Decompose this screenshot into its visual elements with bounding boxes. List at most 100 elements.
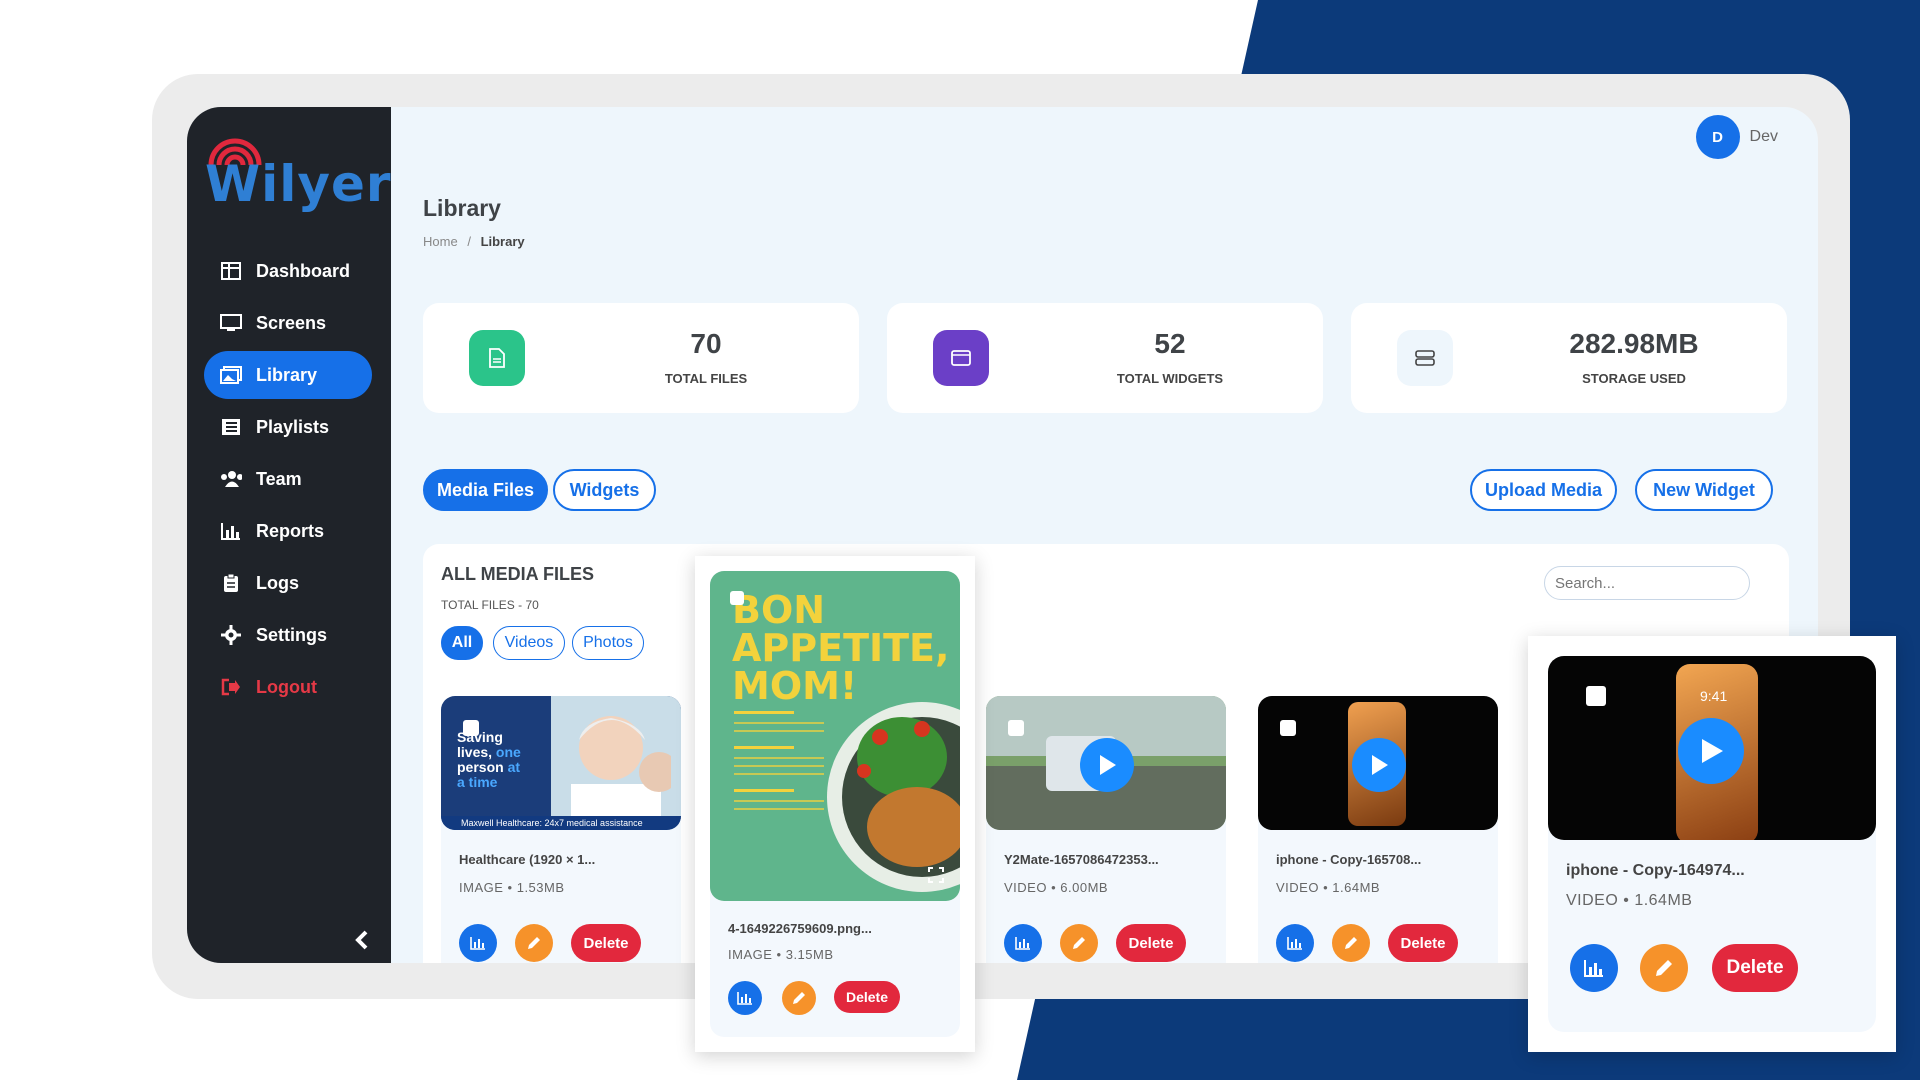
sidebar-item-logs[interactable]: Logs — [204, 559, 372, 607]
select-checkbox[interactable] — [1008, 720, 1024, 736]
delete-button[interactable]: Delete — [571, 924, 641, 962]
sidebar-item-label: Library — [256, 364, 318, 385]
media-card: BON APPETITE, MOM! 4-1649226759609.png..… — [710, 571, 960, 1037]
stats-button[interactable] — [1276, 924, 1314, 962]
file-name: Y2Mate-1657086472353... — [1004, 852, 1159, 867]
delete-button[interactable]: Delete — [1388, 924, 1458, 962]
stat-card-storage-used: 282.98MB STORAGE USED — [1351, 303, 1787, 413]
stat-card-total-widgets: 52 TOTAL WIDGETS — [887, 303, 1323, 413]
stat-value: 282.98MB — [1569, 328, 1699, 359]
select-checkbox[interactable] — [1280, 720, 1296, 736]
edit-button[interactable] — [515, 924, 553, 962]
fullscreen-icon[interactable] — [928, 867, 944, 883]
sidebar-item-library[interactable]: Library — [204, 351, 372, 399]
stats-button[interactable] — [1570, 944, 1618, 992]
stat-card-total-files: 70 TOTAL FILES — [423, 303, 859, 413]
thumbnail[interactable] — [986, 696, 1226, 830]
pencil-icon — [1345, 937, 1357, 949]
pencil-icon — [793, 992, 805, 1004]
user-menu[interactable]: D Dev — [1695, 115, 1778, 159]
delete-button[interactable]: Delete — [1712, 944, 1798, 992]
file-name: iphone - Copy-164974... — [1566, 862, 1745, 879]
stat-label: TOTAL WIDGETS — [1116, 371, 1224, 386]
thumbnail-text: Saving lives, one person at a time — [457, 729, 521, 790]
delete-button[interactable]: Delete — [834, 981, 900, 1013]
stat-label: TOTAL FILES — [664, 371, 748, 386]
file-meta: VIDEO • 1.64MB — [1276, 880, 1381, 895]
filter-all[interactable]: All — [441, 626, 483, 660]
images-icon — [220, 364, 242, 386]
sidebar-item-settings[interactable]: Settings — [204, 611, 372, 659]
tab-media-files[interactable]: Media Files — [423, 469, 548, 511]
thumbnail[interactable]: 9:41 — [1548, 656, 1876, 840]
sidebar-nav: Dashboard Screens Library Playlists Team… — [204, 247, 372, 715]
bar-chart-icon — [220, 520, 242, 542]
thumbnail[interactable]: Saving lives, one person at a time Maxwe… — [441, 696, 681, 830]
select-checkbox[interactable] — [730, 591, 744, 605]
breadcrumb: Home / Library — [423, 234, 525, 249]
pencil-icon — [1656, 960, 1672, 976]
breadcrumb-home[interactable]: Home — [423, 234, 458, 249]
sidebar-item-logout[interactable]: Logout — [204, 663, 372, 711]
stat-value: 52 — [1154, 328, 1186, 359]
pencil-icon — [528, 937, 540, 949]
brand-name: Wilyer — [205, 155, 392, 213]
file-name: 4-1649226759609.png... — [728, 921, 872, 936]
media-card-popup: 9:41 iphone - Copy-164974... VIDEO • 1.6… — [1528, 636, 1896, 1052]
sidebar-item-reports[interactable]: Reports — [204, 507, 372, 555]
media-card-popup: BON APPETITE, MOM! 4-1649226759609.png..… — [695, 556, 975, 1052]
stats-button[interactable] — [459, 924, 497, 962]
sidebar-item-label: Settings — [256, 624, 328, 645]
filter-videos[interactable]: Videos — [493, 626, 565, 660]
list-icon — [220, 416, 242, 438]
file-name: Healthcare (1920 × 1... — [459, 852, 596, 867]
thumbnail[interactable]: BON APPETITE, MOM! — [710, 571, 960, 901]
edit-button[interactable] — [1332, 924, 1370, 962]
select-checkbox[interactable] — [463, 720, 479, 736]
sidebar-item-screens[interactable]: Screens — [204, 299, 372, 347]
sidebar-item-team[interactable]: Team — [204, 455, 372, 503]
thumbnail-caption: Maxwell Healthcare: 24x7 medical assista… — [441, 816, 681, 830]
search-input[interactable] — [1544, 566, 1750, 600]
sidebar: Wilyer Dashboard Screens Library Playlis… — [187, 107, 391, 963]
select-checkbox[interactable] — [1586, 686, 1606, 706]
sidebar-item-label: Playlists — [256, 416, 330, 437]
sidebar-item-label: Logout — [256, 676, 317, 697]
edit-button[interactable] — [782, 981, 816, 1015]
edit-button[interactable] — [1640, 944, 1688, 992]
sidebar-item-label: Logs — [256, 572, 299, 593]
monitor-icon — [220, 312, 242, 334]
logout-icon — [220, 676, 242, 698]
delete-button[interactable]: Delete — [1116, 924, 1186, 962]
file-meta: VIDEO • 6.00MB — [1004, 880, 1109, 895]
file-meta: IMAGE • 3.15MB — [728, 947, 834, 962]
thumbnail[interactable] — [1258, 696, 1498, 830]
play-icon[interactable] — [1080, 738, 1134, 792]
gear-icon — [220, 624, 242, 646]
file-name: iphone - Copy-165708... — [1276, 852, 1422, 867]
files-count: TOTAL FILES - 70 — [441, 598, 539, 612]
poster-menu-lines — [734, 711, 824, 810]
edit-button[interactable] — [1060, 924, 1098, 962]
tab-widgets[interactable]: Widgets — [553, 469, 656, 511]
bar-chart-icon — [737, 992, 752, 1005]
panel-title: ALL MEDIA FILES — [441, 564, 594, 584]
filter-photos[interactable]: Photos — [572, 626, 644, 660]
logo: Wilyer — [205, 131, 391, 221]
play-icon[interactable] — [1678, 718, 1744, 784]
breadcrumb-separator: / — [467, 234, 471, 249]
collapse-sidebar-icon[interactable] — [351, 929, 373, 951]
bar-chart-icon — [1287, 937, 1302, 950]
media-card: iphone - Copy-165708... VIDEO • 1.64MB D… — [1258, 696, 1498, 963]
bar-chart-icon — [1015, 937, 1030, 950]
play-icon[interactable] — [1352, 738, 1406, 792]
upload-media-button[interactable]: Upload Media — [1470, 469, 1617, 511]
users-icon — [220, 468, 242, 490]
stats-button[interactable] — [1004, 924, 1042, 962]
sidebar-item-dashboard[interactable]: Dashboard — [204, 247, 372, 295]
avatar[interactable]: D — [1695, 115, 1740, 159]
sidebar-item-playlists[interactable]: Playlists — [204, 403, 372, 451]
new-widget-button[interactable]: New Widget — [1635, 469, 1773, 511]
stats-button[interactable] — [728, 981, 762, 1015]
phone-time: 9:41 — [1700, 688, 1728, 704]
